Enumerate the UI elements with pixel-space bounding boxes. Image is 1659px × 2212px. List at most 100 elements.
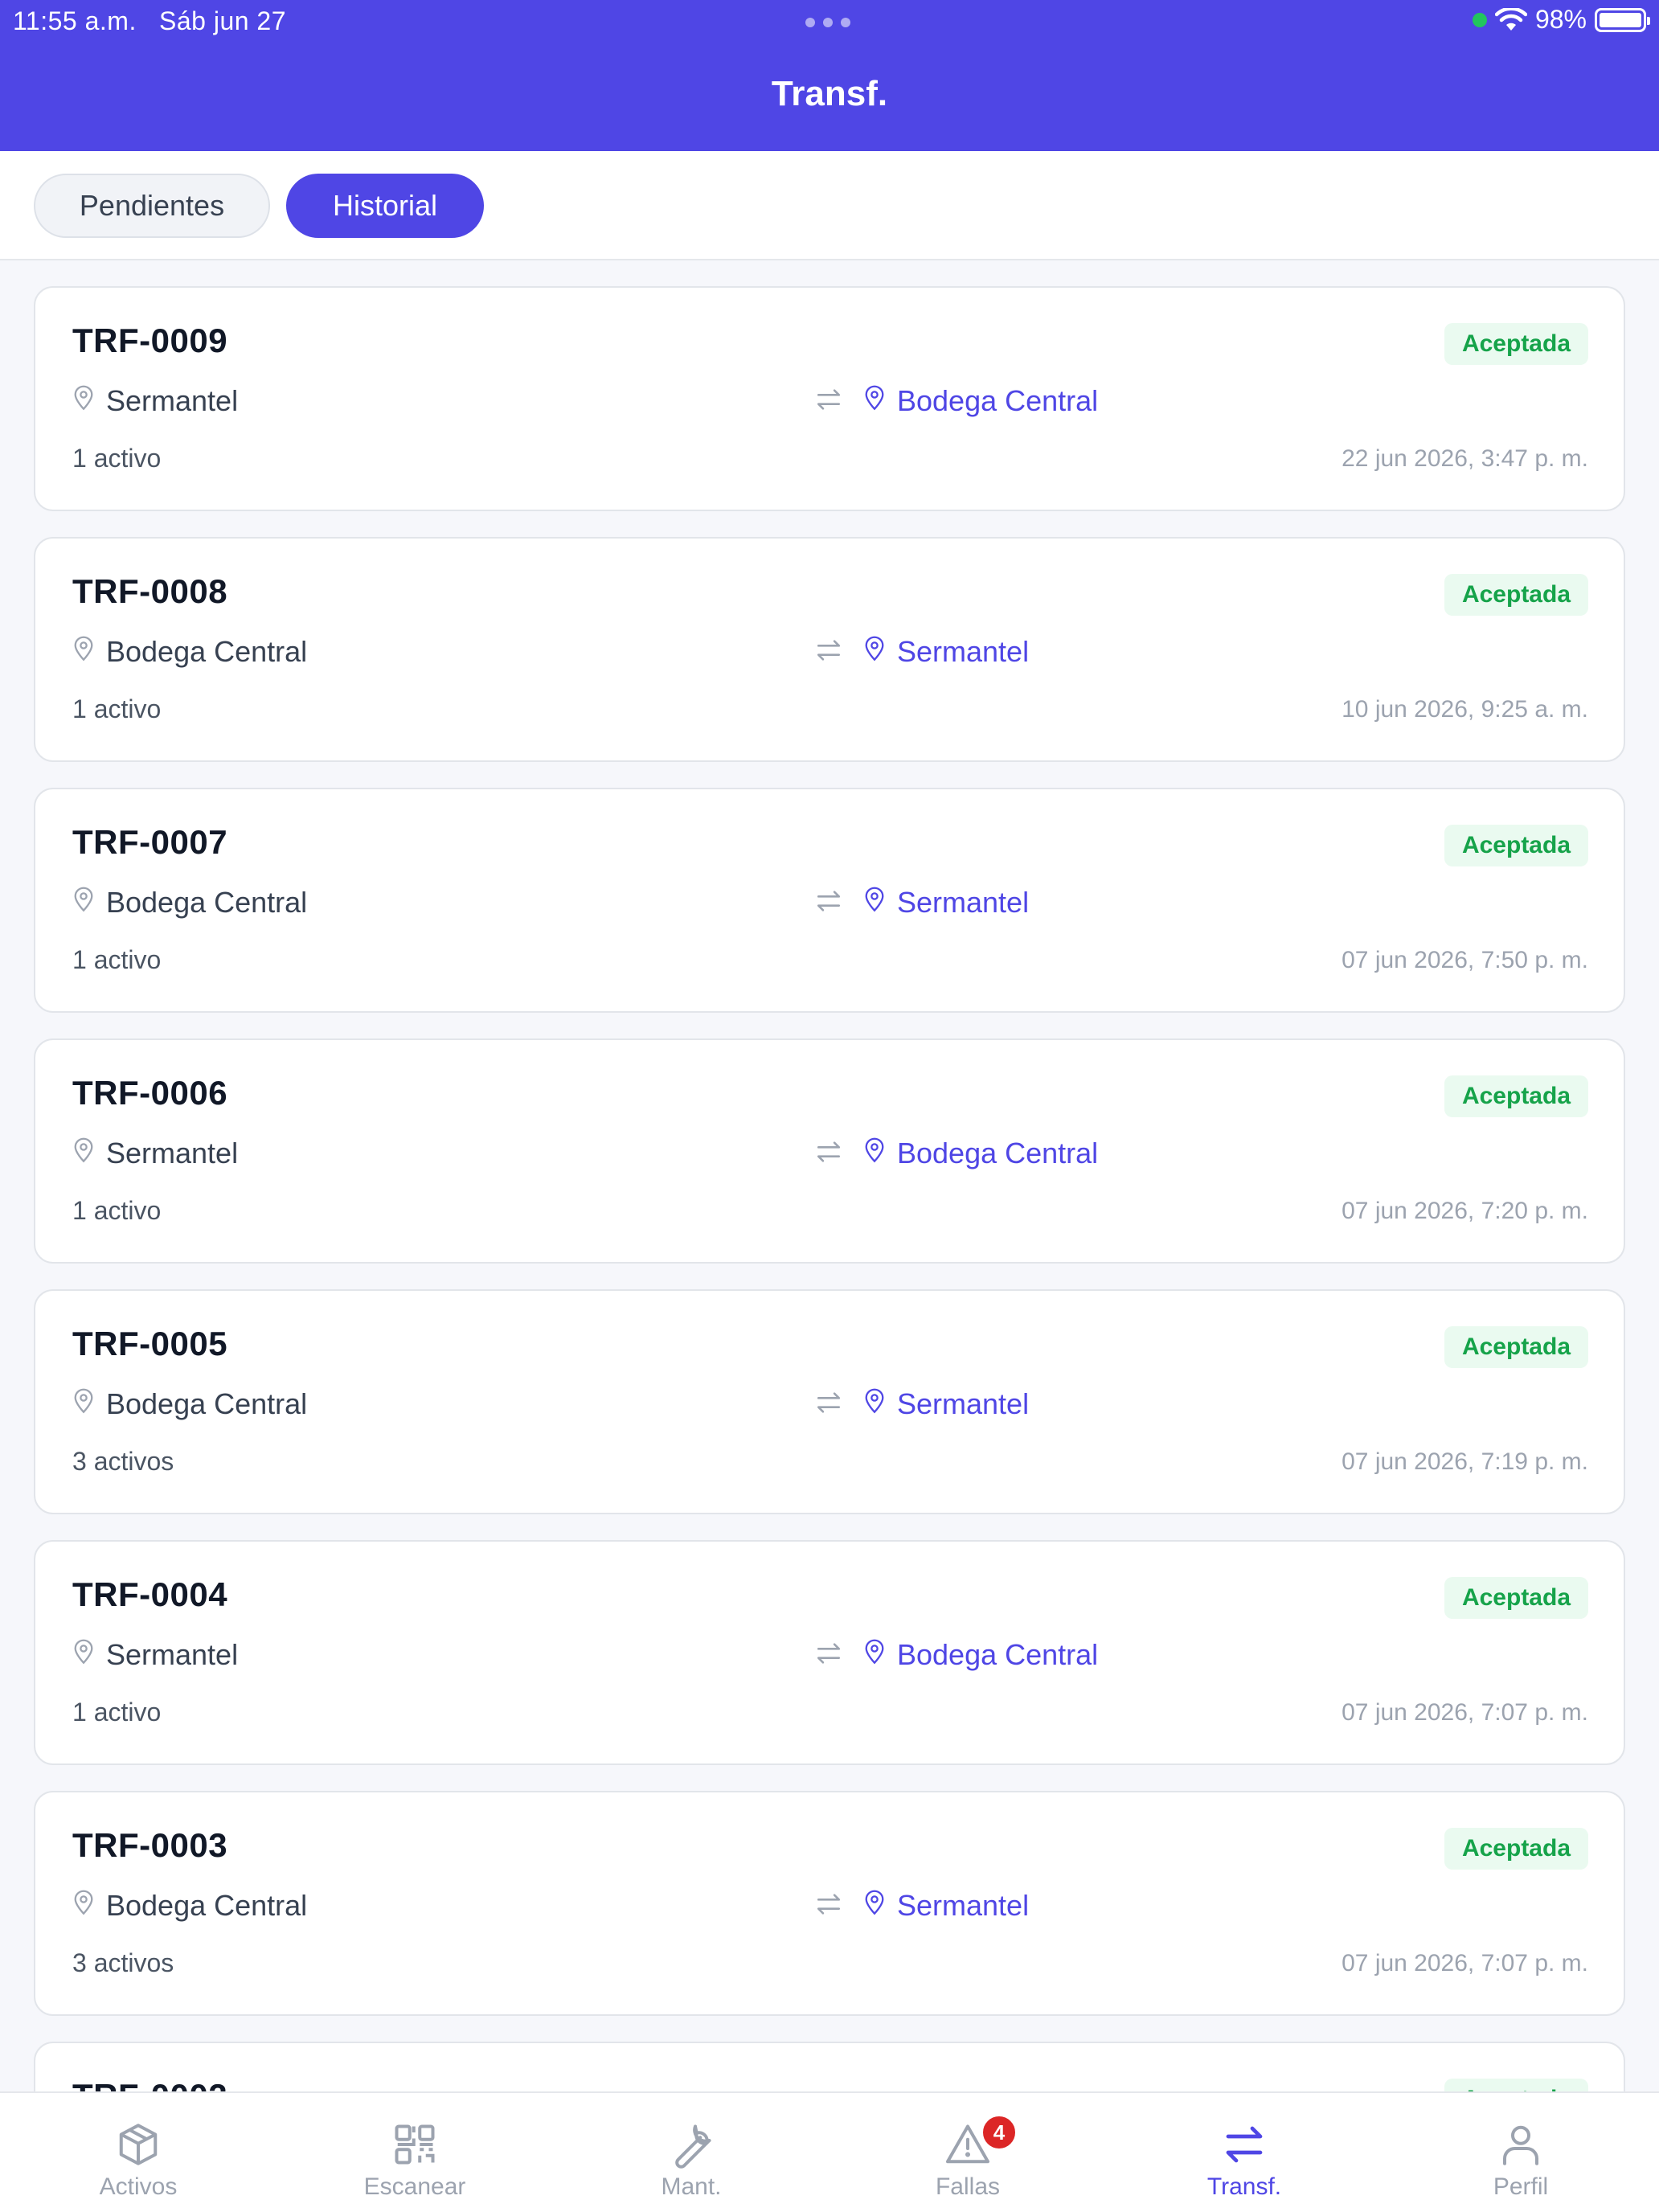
wrench-icon (675, 2124, 711, 2169)
transfer-date: 07 jun 2026, 7:20 p. m. (1342, 1198, 1588, 1224)
bottom-navigation: Activos Escanear Mant. Fallas 4 Transf. … (0, 2091, 1659, 2212)
app-header: 11:55 a.m. Sáb jun 27 98% Transf. (0, 0, 1659, 151)
transfer-arrows-icon (815, 1391, 842, 1419)
location-pin-icon (863, 635, 886, 669)
nav-label: Escanear (363, 2173, 466, 2200)
location-pin-icon (72, 1889, 95, 1923)
nav-label: Mant. (661, 2173, 722, 2200)
transfer-card[interactable]: TRF-0004 Aceptada Sermantel Bodega Centr… (34, 1540, 1625, 1765)
nav-item-escanear[interactable]: Escanear (276, 2093, 553, 2212)
location-pin-icon (72, 384, 95, 418)
location-pin-icon (863, 886, 886, 920)
location-pin-icon (72, 886, 95, 920)
nav-label: Transf. (1206, 2173, 1282, 2200)
transfer-date: 10 jun 2026, 9:25 a. m. (1342, 696, 1588, 723)
location-pin-icon (863, 384, 886, 418)
destination-label: Bodega Central (897, 1638, 1099, 1671)
transfer-arrows-icon (815, 1641, 842, 1669)
battery-percent: 98% (1534, 5, 1587, 34)
status-badge: Aceptada (1444, 1075, 1588, 1117)
status-badge: Aceptada (1444, 825, 1588, 866)
transfer-id: TRF-0003 (72, 1826, 228, 1864)
user-icon (1503, 2125, 1538, 2165)
status-badge: Aceptada (1444, 2079, 1588, 2091)
origin-label: Sermantel (106, 1137, 239, 1169)
page-title: Transf. (771, 74, 888, 113)
transfer-date: 07 jun 2026, 7:50 p. m. (1342, 947, 1588, 973)
qr-code-icon (395, 2124, 435, 2165)
transfer-id: TRF-0006 (72, 1074, 228, 1112)
transfer-card[interactable]: TRF-0003 Aceptada Bodega Central Sermant… (34, 1791, 1625, 2016)
destination-label: Bodega Central (897, 1137, 1099, 1169)
asset-count: 1 activo (72, 694, 162, 723)
status-clock: 11:55 a.m. (13, 6, 137, 35)
origin-label: Sermantel (106, 1638, 239, 1671)
asset-count: 1 activo (72, 1698, 162, 1727)
location-pin-icon (72, 1638, 95, 1672)
origin-label: Bodega Central (106, 635, 308, 668)
destination-label: Sermantel (897, 886, 1030, 919)
nav-item-perfil[interactable]: Perfil (1382, 2093, 1659, 2212)
destination-location: Sermantel (863, 1889, 1029, 1923)
location-pin-icon (72, 635, 95, 669)
transfer-id: TRF-0007 (72, 823, 228, 861)
location-pin-icon (72, 1387, 95, 1421)
transfer-list[interactable]: TRF-0009 Aceptada Sermantel Bodega Centr… (34, 286, 1625, 2091)
location-pin-icon (863, 1638, 886, 1672)
camera-indicator-icon (1472, 12, 1487, 27)
wifi-icon (1494, 7, 1527, 31)
location-pin-icon (72, 1137, 95, 1170)
transfer-arrows-icon (815, 1892, 842, 1920)
transfer-card[interactable]: TRF-0005 Aceptada Bodega Central Sermant… (34, 1289, 1625, 1514)
origin-location: Bodega Central (72, 1387, 307, 1421)
destination-location: Bodega Central (863, 1137, 1098, 1170)
transfer-date: 07 jun 2026, 7:07 p. m. (1342, 1950, 1588, 1976)
transfer-card[interactable]: TRF-0007 Aceptada Bodega Central Sermant… (34, 788, 1625, 1013)
asset-count: 1 activo (72, 945, 162, 974)
nav-item-mant[interactable]: Mant. (553, 2093, 830, 2212)
transfer-date: 07 jun 2026, 7:19 p. m. (1342, 1448, 1588, 1475)
origin-location: Bodega Central (72, 635, 307, 669)
origin-location: Sermantel (72, 1638, 238, 1672)
status-date: Sáb jun 27 (159, 6, 287, 35)
transfer-card[interactable]: TRF-0008 Aceptada Bodega Central Sermant… (34, 537, 1625, 762)
destination-location: Sermantel (863, 1387, 1029, 1421)
origin-label: Bodega Central (106, 886, 308, 919)
multitasking-dots-icon[interactable] (805, 18, 850, 27)
asset-count: 1 activo (72, 444, 162, 473)
destination-location: Sermantel (863, 635, 1029, 669)
destination-label: Sermantel (897, 635, 1030, 668)
transfer-arrows-icon (815, 889, 842, 917)
nav-item-activos[interactable]: Activos (0, 2093, 276, 2212)
status-badge: Aceptada (1444, 1326, 1588, 1368)
origin-label: Sermantel (106, 384, 239, 417)
transfer-id: TRF-0004 (72, 1575, 228, 1613)
tab-pendientes[interactable]: Pendientes (34, 174, 270, 238)
asset-count: 3 activos (72, 1447, 174, 1476)
transfer-id: TRF-0002 (72, 2077, 227, 2091)
nav-item-fallas[interactable]: Fallas 4 (830, 2093, 1106, 2212)
nav-label: Perfil (1493, 2173, 1549, 2200)
tab-historial[interactable]: Historial (286, 174, 484, 238)
transfer-date: 22 jun 2026, 3:47 p. m. (1342, 445, 1588, 472)
transfer-card[interactable]: TRF-0002 Aceptada (34, 2042, 1625, 2091)
status-time: 11:55 a.m. Sáb jun 27 (13, 6, 286, 36)
destination-location: Bodega Central (863, 1638, 1098, 1672)
transfer-id: TRF-0008 (72, 572, 228, 610)
transfer-arrows-icon (815, 1140, 842, 1168)
asset-count: 1 activo (72, 1196, 162, 1225)
battery-icon (1595, 7, 1650, 32)
destination-label: Sermantel (897, 1889, 1030, 1922)
transfer-card[interactable]: TRF-0006 Aceptada Sermantel Bodega Centr… (34, 1038, 1625, 1264)
nav-label: Activos (99, 2173, 178, 2200)
origin-label: Bodega Central (106, 1387, 308, 1420)
destination-location: Bodega Central (863, 384, 1098, 418)
fallas-count-badge: 4 (981, 2114, 1018, 2151)
nav-item-transf[interactable]: Transf. (1106, 2093, 1382, 2212)
destination-label: Bodega Central (897, 384, 1099, 417)
origin-label: Bodega Central (106, 1889, 308, 1922)
transfer-card[interactable]: TRF-0009 Aceptada Sermantel Bodega Centr… (34, 286, 1625, 511)
destination-label: Sermantel (897, 1387, 1030, 1420)
destination-location: Sermantel (863, 886, 1029, 920)
status-badge: Aceptada (1444, 323, 1588, 365)
